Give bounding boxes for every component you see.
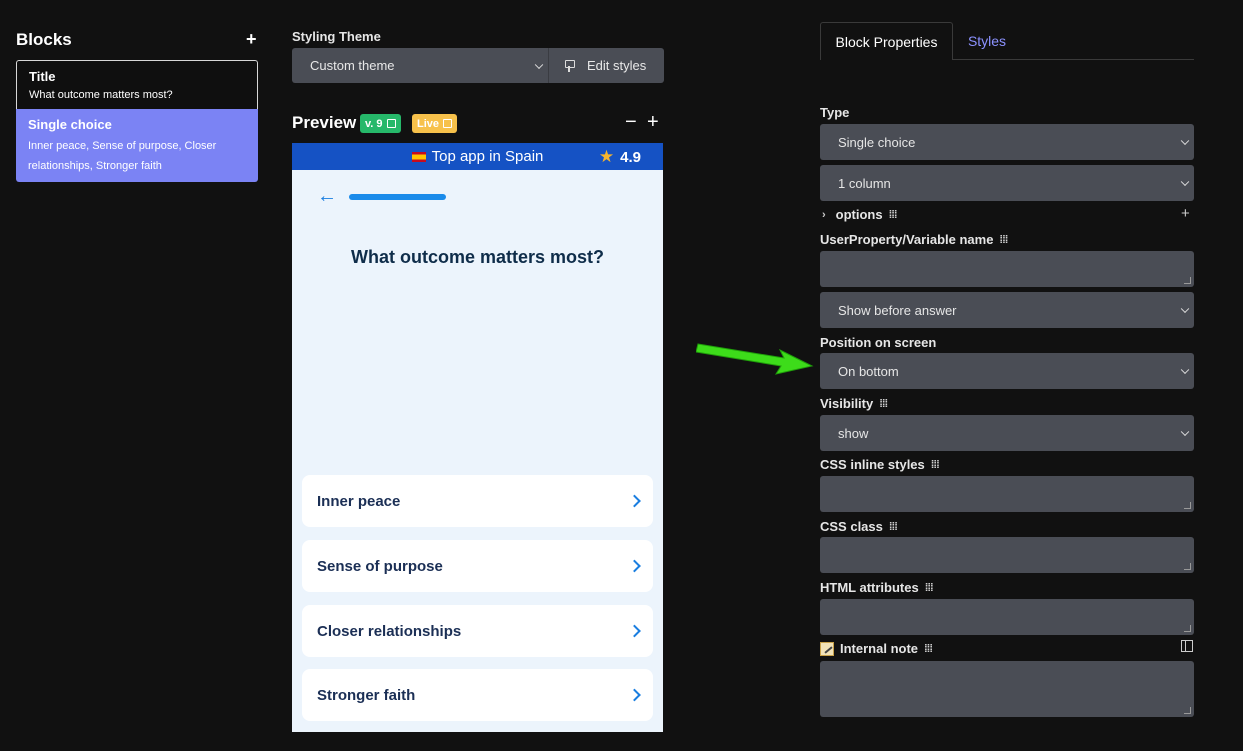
sliders-icon[interactable]: ⁞⁞⁞ (931, 459, 940, 471)
option-label: Stronger faith (317, 686, 416, 704)
internal-note-input[interactable] (820, 661, 1194, 717)
progress-bar (349, 194, 446, 200)
theme-select-value: Custom theme (310, 58, 395, 73)
type-label: Type (820, 105, 849, 120)
blocks-title: Blocks (16, 30, 72, 49)
brush-icon (565, 59, 575, 72)
preview-title: Preview (292, 113, 357, 132)
visibility-select[interactable]: show (820, 415, 1194, 451)
html-attributes-label: HTML attributes ⁞⁞⁞ (820, 580, 934, 595)
show-timing-select[interactable]: Show before answer (820, 292, 1194, 328)
theme-select[interactable]: Custom theme (292, 48, 548, 83)
position-label-text: Position on screen (820, 335, 937, 350)
option-label: Closer relationships (317, 622, 462, 640)
visibility-label-text: Visibility (820, 396, 874, 411)
zoom-in-button[interactable]: + (647, 111, 659, 134)
star-icon: ★ (598, 147, 615, 166)
variable-name-label: UserProperty/Variable name ⁞⁞⁞ (820, 232, 1008, 247)
live-badge-label: Live (417, 117, 440, 130)
columns-select-value: 1 column (838, 175, 891, 191)
position-label: Position on screen (820, 335, 936, 350)
block-desc: What outcome matters most? (29, 89, 173, 101)
zoom-out-button[interactable]: − (625, 111, 637, 134)
columns-select[interactable]: 1 column (820, 165, 1194, 201)
styling-theme-label: Styling Theme (292, 29, 381, 44)
css-class-label: CSS class ⁞⁞⁞ (820, 519, 898, 534)
rating-value: 4.9 (620, 149, 641, 166)
edit-styles-button[interactable]: Edit styles (548, 48, 664, 83)
version-badge[interactable]: v. 9 (360, 114, 401, 133)
options-label: options (835, 207, 883, 222)
sliders-icon[interactable]: ⁞⁞⁞ (889, 521, 898, 533)
sliders-icon[interactable]: ⁞⁞⁞ (879, 398, 888, 410)
variable-name-input[interactable] (820, 251, 1194, 287)
css-inline-input[interactable] (820, 476, 1194, 512)
top-app-banner: Top app in Spain ★ 4.9 (292, 143, 663, 170)
back-arrow-icon[interactable]: ← (317, 185, 337, 208)
add-block-button[interactable]: + (246, 29, 257, 50)
tab-block-properties[interactable]: Block Properties (820, 22, 953, 60)
type-label-text: Type (820, 105, 850, 120)
sliders-icon[interactable]: ⁞⁞⁞ (889, 209, 898, 221)
chevron-down-icon (1180, 365, 1190, 375)
option-closer-relationships[interactable]: Closer relationships (302, 605, 653, 657)
edit-styles-label: Edit styles (587, 58, 647, 73)
show-timing-value: Show before answer (838, 302, 957, 318)
option-label: Inner peace (317, 492, 401, 510)
option-stronger-faith[interactable]: Stronger faith (302, 669, 653, 721)
live-badge[interactable]: Live (412, 114, 458, 133)
css-class-label-text: CSS class (820, 519, 883, 534)
internal-note-label-text: Internal note (840, 641, 919, 656)
option-label: Sense of purpose (317, 557, 443, 575)
variable-name-label-text: UserProperty/Variable name (820, 232, 994, 247)
spain-flag-icon (411, 151, 426, 162)
html-attributes-input[interactable] (820, 599, 1194, 635)
sliders-icon[interactable]: ⁞⁞⁞ (999, 234, 1008, 246)
block-item-title[interactable]: Title What outcome matters most? (16, 60, 258, 110)
external-link-icon (443, 119, 453, 128)
chevron-right-icon (628, 559, 641, 573)
memo-icon (820, 641, 834, 656)
rating: ★ 4.9 (599, 147, 641, 167)
external-link-icon (386, 119, 396, 128)
visibility-label: Visibility ⁞⁞⁞ (820, 396, 888, 411)
tab-divider (952, 59, 1194, 60)
chevron-right-icon (628, 494, 641, 508)
html-attributes-label-text: HTML attributes (820, 580, 919, 595)
position-select[interactable]: On bottom (820, 353, 1194, 389)
position-select-value: On bottom (838, 363, 899, 379)
block-name: Title (29, 69, 56, 84)
visibility-select-value: show (838, 425, 869, 441)
sliders-icon[interactable]: ⁞⁞⁞ (924, 643, 933, 655)
type-select[interactable]: Single choice (820, 124, 1194, 160)
option-sense-of-purpose[interactable]: Sense of purpose (302, 540, 653, 592)
chevron-down-icon (1180, 427, 1190, 437)
block-item-single-choice[interactable]: Single choice Inner peace, Sense of purp… (16, 109, 258, 182)
css-inline-label-text: CSS inline styles (820, 457, 925, 472)
annotation-arrow (696, 343, 814, 375)
css-inline-label: CSS inline styles ⁞⁞⁞ (820, 457, 940, 472)
block-name: Single choice (28, 117, 112, 132)
add-option-button[interactable]: + (1181, 205, 1190, 222)
options-toggle[interactable]: › options ⁞⁞⁞ (822, 207, 898, 222)
chevron-right-icon: › (822, 208, 826, 221)
sliders-icon[interactable]: ⁞⁞⁞ (925, 582, 934, 594)
tab-styles[interactable]: Styles (953, 22, 1021, 60)
css-class-input[interactable] (820, 537, 1194, 573)
chevron-down-icon (534, 60, 544, 69)
type-select-value: Single choice (838, 134, 916, 150)
phone-preview: Top app in Spain ★ 4.9 ← What outcome mat… (292, 143, 663, 732)
version-badge-label: v. 9 (365, 117, 383, 130)
chevron-down-icon (1180, 136, 1190, 146)
chevron-right-icon (628, 624, 641, 638)
chevron-right-icon (628, 688, 641, 702)
internal-note-label: Internal note ⁞⁞⁞ (820, 641, 933, 656)
expand-panel-icon[interactable] (1181, 640, 1193, 652)
block-desc: Inner peace, Sense of purpose, Closer re… (28, 140, 217, 172)
banner-text: Top app in Spain (431, 148, 544, 165)
chevron-down-icon (1180, 177, 1190, 187)
option-inner-peace[interactable]: Inner peace (302, 475, 653, 527)
question-title: What outcome matters most? (350, 247, 605, 267)
chevron-down-icon (1180, 304, 1190, 314)
